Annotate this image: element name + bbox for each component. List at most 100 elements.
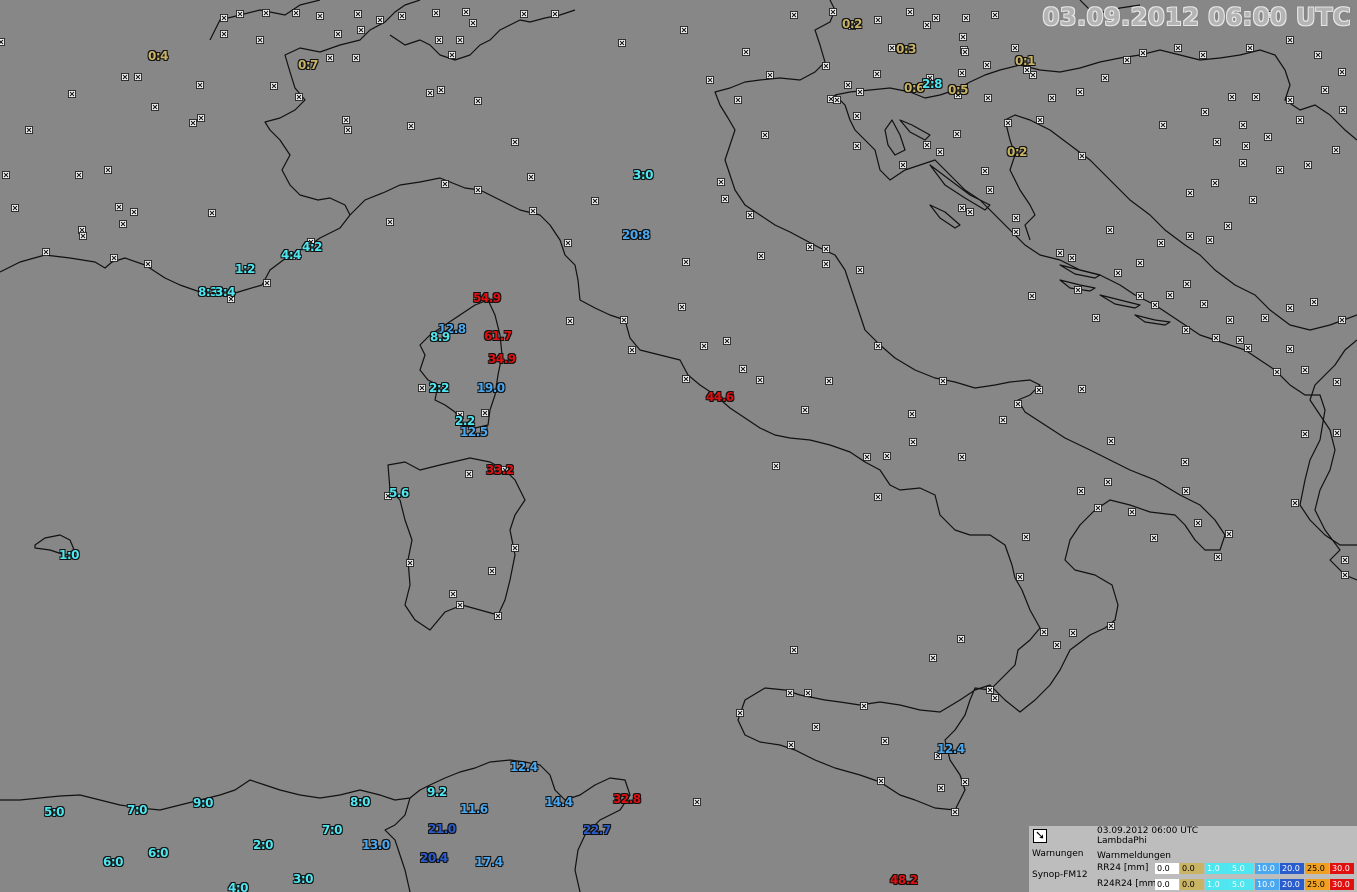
station-marker [923,141,931,149]
station-marker [1016,573,1024,581]
station-marker [1036,116,1044,124]
station-value: 8.9 [430,330,450,344]
station-marker [766,71,774,79]
station-marker [208,209,216,217]
station-marker [860,702,868,710]
station-marker [742,48,750,56]
station-marker [1296,116,1304,124]
station-value: 4:4 [281,248,302,262]
station-marker [1338,68,1346,76]
station-value: 7:0 [127,803,148,817]
station-marker [1092,314,1100,322]
station-marker [144,260,152,268]
station-marker [786,689,794,697]
station-marker [11,204,19,212]
station-markers [0,8,1349,816]
station-value: 2:0 [253,838,274,852]
legend-cell: 0.0 [1180,879,1204,890]
station-marker [134,73,142,81]
legend-cell: 30.0 [1330,863,1354,874]
station-marker [825,377,833,385]
station-marker [1077,487,1085,495]
station-value: 32.8 [613,792,641,806]
station-marker [1078,385,1086,393]
station-marker [1181,458,1189,466]
station-marker [448,51,456,59]
station-value: 22.7 [583,823,611,837]
station-marker [334,30,342,38]
legend-cell: 0.0 [1155,879,1179,890]
station-marker [1291,499,1299,507]
station-marker [398,12,406,20]
station-value: 5:0 [44,805,65,819]
station-marker [1106,226,1114,234]
station-value: 0:2 [1007,145,1028,159]
station-marker [806,243,814,251]
station-marker [1074,286,1082,294]
station-marker [386,218,394,226]
legend-cell: 0.0 [1155,863,1179,874]
station-marker [197,114,205,122]
station-value: 12.5 [460,425,488,439]
station-marker [1206,236,1214,244]
station-marker [529,207,537,215]
station-marker [1069,629,1077,637]
station-marker [1011,44,1019,52]
station-marker [357,26,365,34]
station-marker [822,62,830,70]
legend-cell: 5.0 [1230,863,1254,874]
station-marker [68,90,76,98]
station-value: 0:2 [842,17,863,31]
station-marker [1182,487,1190,495]
station-marker [1012,214,1020,222]
station-marker [1333,429,1341,437]
station-value: 0:1 [1015,54,1036,68]
station-marker [1123,56,1131,64]
station-marker [693,798,701,806]
station-value: 34.9 [488,352,516,366]
station-marker [1246,44,1254,52]
station-marker [316,12,324,20]
station-marker [220,14,228,22]
station-marker [1286,345,1294,353]
station-value: 0:7 [298,58,319,72]
station-marker [1301,366,1309,374]
station-marker [929,654,937,662]
station-marker [262,9,270,17]
station-marker [959,33,967,41]
station-value: 4:0 [228,881,249,892]
station-marker [1136,292,1144,300]
station-marker [342,116,350,124]
station-marker [566,317,574,325]
station-marker [1304,161,1312,169]
station-marker [881,737,889,745]
station-value: 5.6 [389,486,409,500]
station-marker [256,36,264,44]
station-marker [678,303,686,311]
station-marker [1225,530,1233,538]
station-value: 0:6 [904,81,925,95]
station-marker [1212,334,1220,342]
station-marker [958,453,966,461]
station-marker [736,709,744,717]
station-marker [1128,508,1136,516]
arrow-down-right-icon[interactable]: ➘ [1033,828,1047,843]
station-marker [1139,49,1147,57]
station-marker [877,777,885,785]
station-marker [189,119,197,127]
station-marker [962,14,970,22]
station-marker [352,54,360,62]
station-value: 11.6 [460,802,488,816]
station-marker [991,11,999,19]
station-marker [1078,152,1086,160]
station-marker [115,203,123,211]
station-value: 0:4 [148,49,169,63]
station-marker [874,16,882,24]
station-marker [1004,119,1012,127]
legend-panel: ➘ 03.09.2012 06:00 UTC LambdaPhi Warnung… [1029,826,1357,892]
legend-row-label: RR24 [mm] [1097,863,1149,873]
station-marker [961,778,969,786]
station-marker [1076,88,1084,96]
station-marker [437,86,445,94]
station-marker [1014,400,1022,408]
